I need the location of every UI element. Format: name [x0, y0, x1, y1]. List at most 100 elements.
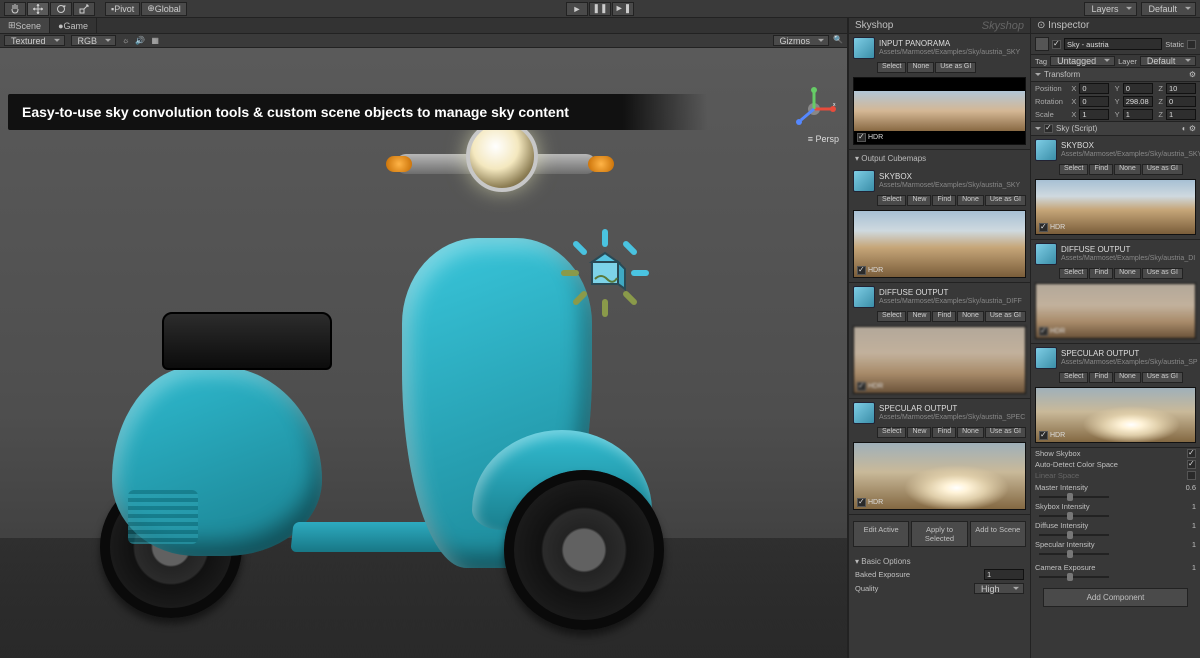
use-gi-button[interactable]: Use as GI — [1142, 164, 1183, 175]
select-button[interactable]: Select — [877, 195, 906, 206]
specular-preview[interactable]: HDR — [853, 442, 1026, 510]
pos-z[interactable] — [1166, 83, 1196, 94]
use-gi-button[interactable]: Use as GI — [1142, 268, 1183, 279]
tab-game[interactable]: ● Game — [50, 18, 97, 33]
find-button[interactable]: Find — [932, 311, 956, 322]
scl-x[interactable] — [1079, 109, 1109, 120]
none-button[interactable]: None — [1114, 372, 1141, 383]
render-mode[interactable]: RGB — [71, 35, 117, 46]
static-checkbox[interactable] — [1187, 40, 1196, 49]
step-button[interactable]: ►❚ — [612, 2, 634, 16]
diffuse-preview[interactable]: HDR — [1035, 283, 1196, 339]
sky-script-header[interactable]: Sky (Script)◐ ⚙ — [1031, 121, 1200, 136]
none-button[interactable]: None — [1114, 164, 1141, 175]
find-button[interactable]: Find — [1089, 372, 1113, 383]
auto-color-checkbox[interactable] — [1187, 460, 1196, 469]
none-button[interactable]: None — [957, 311, 984, 322]
select-button[interactable]: Select — [877, 62, 906, 73]
none-button[interactable]: None — [957, 195, 984, 206]
move-tool[interactable] — [27, 2, 49, 16]
find-button[interactable]: Find — [932, 195, 956, 206]
none-button[interactable]: None — [1114, 268, 1141, 279]
sky-enabled-checkbox[interactable] — [1044, 124, 1053, 133]
hdr-checkbox[interactable] — [857, 133, 866, 142]
pos-x[interactable] — [1079, 83, 1109, 94]
tag-dropdown[interactable]: Untagged — [1050, 56, 1115, 66]
scl-z[interactable] — [1166, 109, 1196, 120]
feature-banner: Easy-to-use sky convolution tools & cust… — [8, 94, 707, 130]
pause-button[interactable]: ❚❚ — [589, 2, 611, 16]
global-toggle[interactable]: ⊕ Global — [141, 2, 187, 16]
select-button[interactable]: Select — [877, 311, 906, 322]
find-button[interactable]: Find — [1089, 268, 1113, 279]
layout-dropdown[interactable]: Default — [1141, 2, 1196, 16]
rot-y[interactable] — [1123, 96, 1153, 107]
show-skybox-checkbox[interactable] — [1187, 449, 1196, 458]
inspector-tab[interactable]: ⊙ Inspector — [1031, 18, 1200, 34]
add-component-button[interactable]: Add Component — [1043, 588, 1188, 607]
transform-header[interactable]: Transform⚙ — [1031, 67, 1200, 82]
object-name-field[interactable] — [1064, 38, 1162, 50]
new-button[interactable]: New — [907, 427, 931, 438]
linear-space-checkbox[interactable] — [1187, 471, 1196, 480]
layer-dropdown[interactable]: Default — [1140, 56, 1196, 66]
scl-y[interactable] — [1123, 109, 1153, 120]
pos-y[interactable] — [1123, 83, 1153, 94]
select-button[interactable]: Select — [877, 427, 906, 438]
hand-tool[interactable] — [4, 2, 26, 16]
shading-mode[interactable]: Textured — [4, 35, 65, 46]
pivot-toggle[interactable]: ▪ Pivot — [105, 2, 140, 16]
quality-dropdown[interactable]: High — [974, 583, 1024, 594]
use-gi-button[interactable]: Use as GI — [985, 311, 1026, 322]
diffuse-int-slider[interactable] — [1039, 534, 1109, 536]
cube-icon — [1035, 139, 1057, 161]
use-gi-button[interactable]: Use as GI — [985, 427, 1026, 438]
rotate-tool[interactable] — [50, 2, 72, 16]
tab-scene[interactable]: ⊞ Scene — [0, 18, 50, 33]
hdr-checkbox[interactable] — [1039, 223, 1048, 232]
baked-exposure-field[interactable] — [984, 569, 1024, 580]
find-button[interactable]: Find — [1089, 164, 1113, 175]
select-button[interactable]: Select — [1059, 164, 1088, 175]
add-scene-button[interactable]: Add to Scene — [970, 521, 1026, 547]
select-button[interactable]: Select — [1059, 372, 1088, 383]
hdr-checkbox[interactable] — [1039, 431, 1048, 440]
hdr-checkbox[interactable] — [1039, 327, 1048, 336]
use-gi-button[interactable]: Use as GI — [935, 62, 976, 73]
input-preview[interactable]: HDR — [853, 77, 1026, 145]
none-button[interactable]: None — [907, 62, 934, 73]
hdr-checkbox[interactable] — [857, 498, 866, 507]
diffuse-preview[interactable]: HDR — [853, 326, 1026, 394]
scale-tool[interactable] — [73, 2, 95, 16]
find-button[interactable]: Find — [932, 427, 956, 438]
skybox-preview[interactable]: HDR — [1035, 179, 1196, 235]
use-gi-button[interactable]: Use as GI — [985, 195, 1026, 206]
specular-preview[interactable]: HDR — [1035, 387, 1196, 443]
apply-selected-button[interactable]: Apply to Selected — [911, 521, 967, 547]
rot-x[interactable] — [1079, 96, 1109, 107]
search-icon[interactable]: 🔍 — [833, 35, 843, 46]
cam-exposure-slider[interactable] — [1039, 576, 1109, 578]
skybox-preview[interactable]: HDR — [853, 210, 1026, 278]
master-int-slider[interactable] — [1039, 496, 1109, 498]
layers-dropdown[interactable]: Layers — [1084, 2, 1137, 16]
edit-active-button[interactable]: Edit Active — [853, 521, 909, 547]
skybox-int-slider[interactable] — [1039, 515, 1109, 517]
specular-int-slider[interactable] — [1039, 553, 1109, 555]
play-button[interactable]: ► — [566, 2, 588, 16]
enabled-checkbox[interactable] — [1052, 40, 1061, 49]
audio-icon[interactable]: 🔊 — [135, 36, 145, 45]
hdr-checkbox[interactable] — [857, 382, 866, 391]
rot-z[interactable] — [1166, 96, 1196, 107]
scene-canvas[interactable]: Easy-to-use sky convolution tools & cust… — [0, 48, 847, 658]
use-gi-button[interactable]: Use as GI — [1142, 372, 1183, 383]
fx-icon[interactable]: ▦ — [151, 36, 159, 45]
select-button[interactable]: Select — [1059, 268, 1088, 279]
gizmos-dropdown[interactable]: Gizmos — [773, 35, 830, 46]
scene-light-icon[interactable]: ☼ — [122, 36, 129, 45]
new-button[interactable]: New — [907, 311, 931, 322]
none-button[interactable]: None — [957, 427, 984, 438]
new-button[interactable]: New — [907, 195, 931, 206]
hdr-checkbox[interactable] — [857, 266, 866, 275]
orientation-gizmo[interactable]: x — [791, 86, 837, 132]
